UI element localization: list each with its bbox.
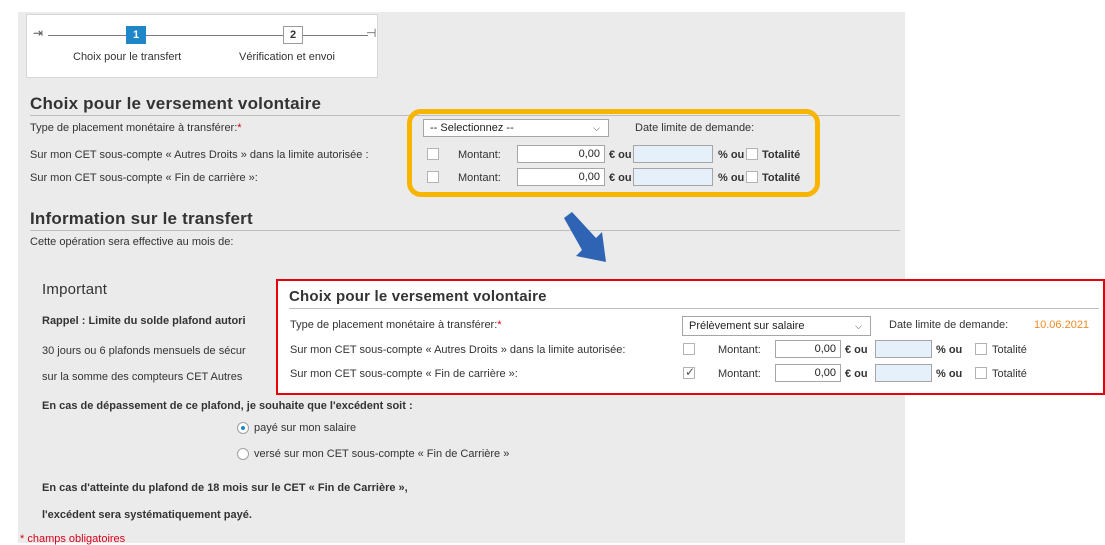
step-1-label[interactable]: Choix pour le transfert — [73, 51, 181, 63]
radio-paye-salaire-label[interactable]: payé sur mon salaire — [254, 422, 356, 434]
popup-title: Choix pour le versement volontaire — [289, 288, 547, 305]
popup-fin-carriere-amount[interactable]: 0,00 — [775, 364, 841, 382]
radio-verse-cet[interactable] — [237, 448, 249, 460]
stepper-line — [303, 35, 368, 36]
popup-type-label: Type de placement monétaire à transférer… — [290, 319, 502, 331]
chevron-down-icon: ⌵ — [855, 321, 862, 331]
rappel-text-3: sur la somme des compteurs CET Autres — [42, 371, 243, 383]
popup-fin-carriere-totalite-checkbox[interactable] — [975, 367, 987, 379]
stepper — [26, 14, 378, 78]
step-1-number[interactable]: 1 — [126, 26, 146, 44]
popup-fin-carriere-checkbox[interactable] — [683, 365, 695, 379]
euro-ou-label: € ou — [845, 344, 868, 356]
radio-paye-salaire[interactable] — [237, 422, 249, 434]
autres-droits-label: Sur mon CET sous-compte « Autres Droits … — [30, 149, 369, 161]
popup-autres-droits-label: Sur mon CET sous-compte « Autres Droits … — [290, 344, 626, 356]
rappel-text-2: 30 jours ou 6 plafonds mensuels de sécur — [42, 345, 246, 357]
versement-title: Choix pour le versement volontaire — [30, 94, 322, 113]
popup-fin-carriere-label: Sur mon CET sous-compte « Fin de carrièr… — [290, 368, 518, 380]
important-title: Important — [42, 281, 108, 298]
popup-placement-select[interactable]: Prélèvement sur salaire ⌵ — [682, 316, 871, 336]
step-end-icon: ⊣ — [366, 26, 377, 40]
popup-autres-droits-totalite-checkbox[interactable] — [975, 343, 987, 355]
top-strip — [18, 0, 905, 12]
annotation-arrow-icon — [564, 212, 606, 262]
popup-fin-carriere-percent[interactable] — [875, 364, 932, 382]
totalite-label: Totalité — [992, 368, 1027, 380]
euro-ou-label: € ou — [845, 368, 868, 380]
montant-label: Montant: — [718, 368, 761, 380]
popup-autres-droits-amount[interactable]: 0,00 — [775, 340, 841, 358]
section-divider — [289, 308, 1099, 309]
stepper-line — [48, 35, 126, 36]
highlight-frame-orange — [407, 109, 820, 197]
radio-verse-cet-label[interactable]: versé sur mon CET sous-compte « Fin de C… — [254, 448, 509, 460]
step-start-icon: ⇥ — [33, 26, 44, 40]
pct-ou-label: % ou — [936, 344, 963, 356]
step-2-number[interactable]: 2 — [283, 26, 303, 44]
type-label: Type de placement monétaire à transférer… — [30, 122, 242, 134]
popup-placement-select-value: Prélèvement sur salaire — [689, 320, 805, 332]
excedent-text: l'excédent sera systématiquement payé. — [42, 509, 252, 521]
transfert-title: Information sur le transfert — [30, 209, 253, 228]
popup-autres-droits-percent[interactable] — [875, 340, 932, 358]
rappel-text: Rappel : Limite du solde plafond autori — [42, 315, 246, 327]
popup-date-limit-label: Date limite de demande: — [889, 319, 1009, 331]
section-divider — [30, 230, 900, 231]
depassement-text: En cas de dépassement de ce plafond, je … — [42, 400, 413, 412]
popup-date-limit-value: 10.06.2021 — [1034, 319, 1090, 331]
popup-autres-droits-checkbox[interactable] — [683, 343, 695, 355]
form-panel — [18, 0, 905, 543]
step-2-label[interactable]: Vérification et envoi — [239, 51, 335, 63]
atteinte-text: En cas d'atteinte du plafond de 18 mois … — [42, 482, 408, 494]
stepper-line — [146, 35, 283, 36]
pct-ou-label: % ou — [936, 368, 963, 380]
effective-text: Cette opération sera effective au mois d… — [30, 236, 234, 248]
totalite-label: Totalité — [992, 344, 1027, 356]
fin-carriere-label: Sur mon CET sous-compte « Fin de carrièr… — [30, 172, 258, 184]
required-note: * champs obligatoires — [20, 533, 126, 545]
montant-label: Montant: — [718, 344, 761, 356]
